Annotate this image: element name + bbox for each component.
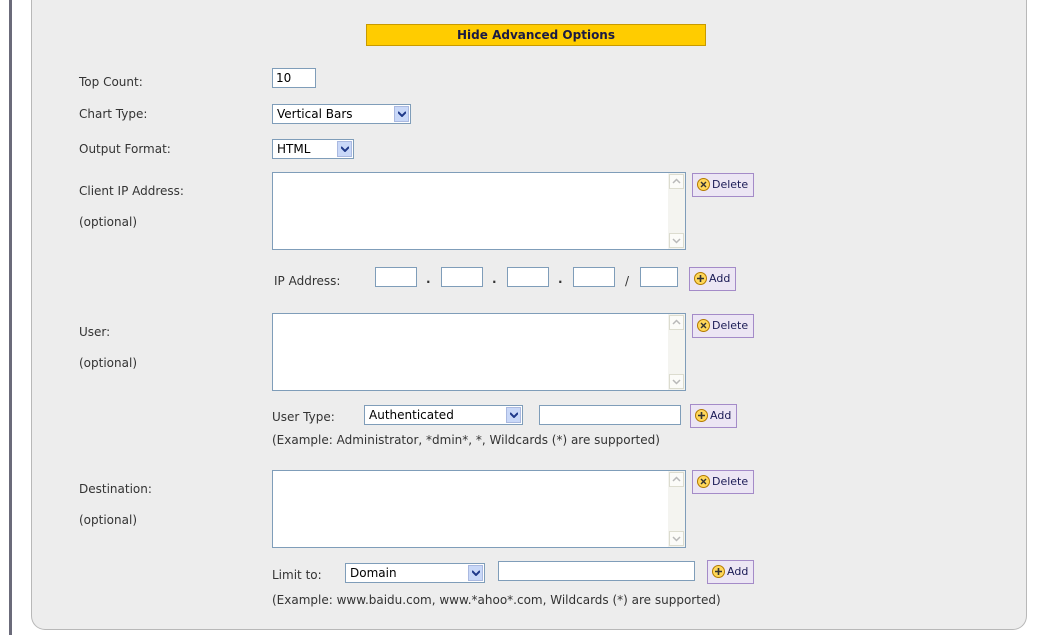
limit-to-select[interactable]: Domain (345, 563, 485, 583)
add-icon (695, 409, 708, 422)
destination-list[interactable] (272, 470, 686, 548)
user-type-select[interactable]: Authenticated (364, 405, 523, 425)
ip-mask-input[interactable] (640, 267, 678, 287)
chart-type-label: Chart Type: (79, 107, 148, 121)
chevron-down-icon[interactable] (394, 106, 409, 122)
chevron-down-icon[interactable] (506, 407, 521, 423)
scroll-up-icon (669, 315, 684, 330)
top-count-input[interactable]: 10 (272, 68, 316, 88)
output-format-select[interactable]: HTML (272, 139, 354, 159)
add-icon (712, 565, 725, 578)
scrollbar[interactable] (668, 314, 685, 390)
user-add-label: Add (710, 409, 732, 422)
user-name-input[interactable] (539, 405, 681, 425)
ip-slash-separator: / (625, 274, 630, 288)
destination-delete-button[interactable]: Delete (692, 470, 755, 494)
client-ip-add-label: Add (709, 272, 731, 285)
user-delete-label: Delete (712, 319, 749, 332)
chevron-down-icon[interactable] (468, 565, 483, 581)
chevron-down-icon[interactable] (337, 141, 352, 157)
user-list[interactable] (272, 313, 686, 391)
scrollbar[interactable] (668, 471, 685, 547)
top-count-label: Top Count: (79, 75, 143, 89)
chart-type-value: Vertical Bars (277, 107, 353, 121)
scroll-down-icon (669, 531, 684, 546)
output-format-label: Output Format: (79, 142, 171, 156)
ip-address-label: IP Address: (274, 274, 341, 288)
delete-icon (697, 178, 710, 191)
destination-add-button[interactable]: Add (707, 560, 755, 584)
client-ip-delete-button[interactable]: Delete (692, 173, 755, 197)
ip-octet-3-input[interactable] (507, 267, 549, 287)
limit-to-value: Domain (350, 566, 397, 580)
hide-advanced-options-button[interactable]: Hide Advanced Options (366, 24, 706, 46)
client-ip-optional-label: (optional) (79, 215, 137, 229)
ip-octet-1-input[interactable] (375, 267, 417, 287)
chart-type-select[interactable]: Vertical Bars (272, 104, 411, 124)
client-ip-delete-label: Delete (712, 178, 749, 191)
scroll-down-icon (669, 233, 684, 248)
ip-dot-separator: . (426, 272, 431, 286)
client-ip-label: Client IP Address: (79, 184, 184, 198)
destination-example-text: (Example: www.baidu.com, www.*ahoo*.com,… (272, 593, 721, 607)
client-ip-add-button[interactable]: Add (689, 267, 737, 291)
user-example-text: (Example: Administrator, *dmin*, *, Wild… (272, 433, 660, 447)
destination-optional-label: (optional) (79, 513, 137, 527)
add-icon (694, 272, 707, 285)
output-format-value: HTML (277, 142, 311, 156)
destination-label: Destination: (79, 482, 152, 496)
limit-to-label: Limit to: (272, 568, 322, 582)
scrollbar[interactable] (668, 173, 685, 249)
scroll-down-icon (669, 374, 684, 389)
user-type-label: User Type: (272, 410, 335, 424)
ip-octet-2-input[interactable] (441, 267, 483, 287)
destination-add-label: Add (727, 565, 749, 578)
scroll-up-icon (669, 472, 684, 487)
destination-input[interactable] (498, 561, 695, 581)
user-optional-label: (optional) (79, 356, 137, 370)
delete-icon (697, 475, 710, 488)
destination-delete-label: Delete (712, 475, 749, 488)
left-frame-border (9, 0, 12, 635)
ip-octet-4-input[interactable] (573, 267, 615, 287)
user-type-value: Authenticated (369, 408, 454, 422)
scroll-up-icon (669, 174, 684, 189)
ip-dot-separator: . (492, 272, 497, 286)
user-add-button[interactable]: Add (690, 404, 738, 428)
client-ip-list[interactable] (272, 172, 686, 250)
user-delete-button[interactable]: Delete (692, 314, 755, 338)
user-label: User: (79, 325, 111, 339)
delete-icon (697, 319, 710, 332)
ip-dot-separator: . (558, 272, 563, 286)
